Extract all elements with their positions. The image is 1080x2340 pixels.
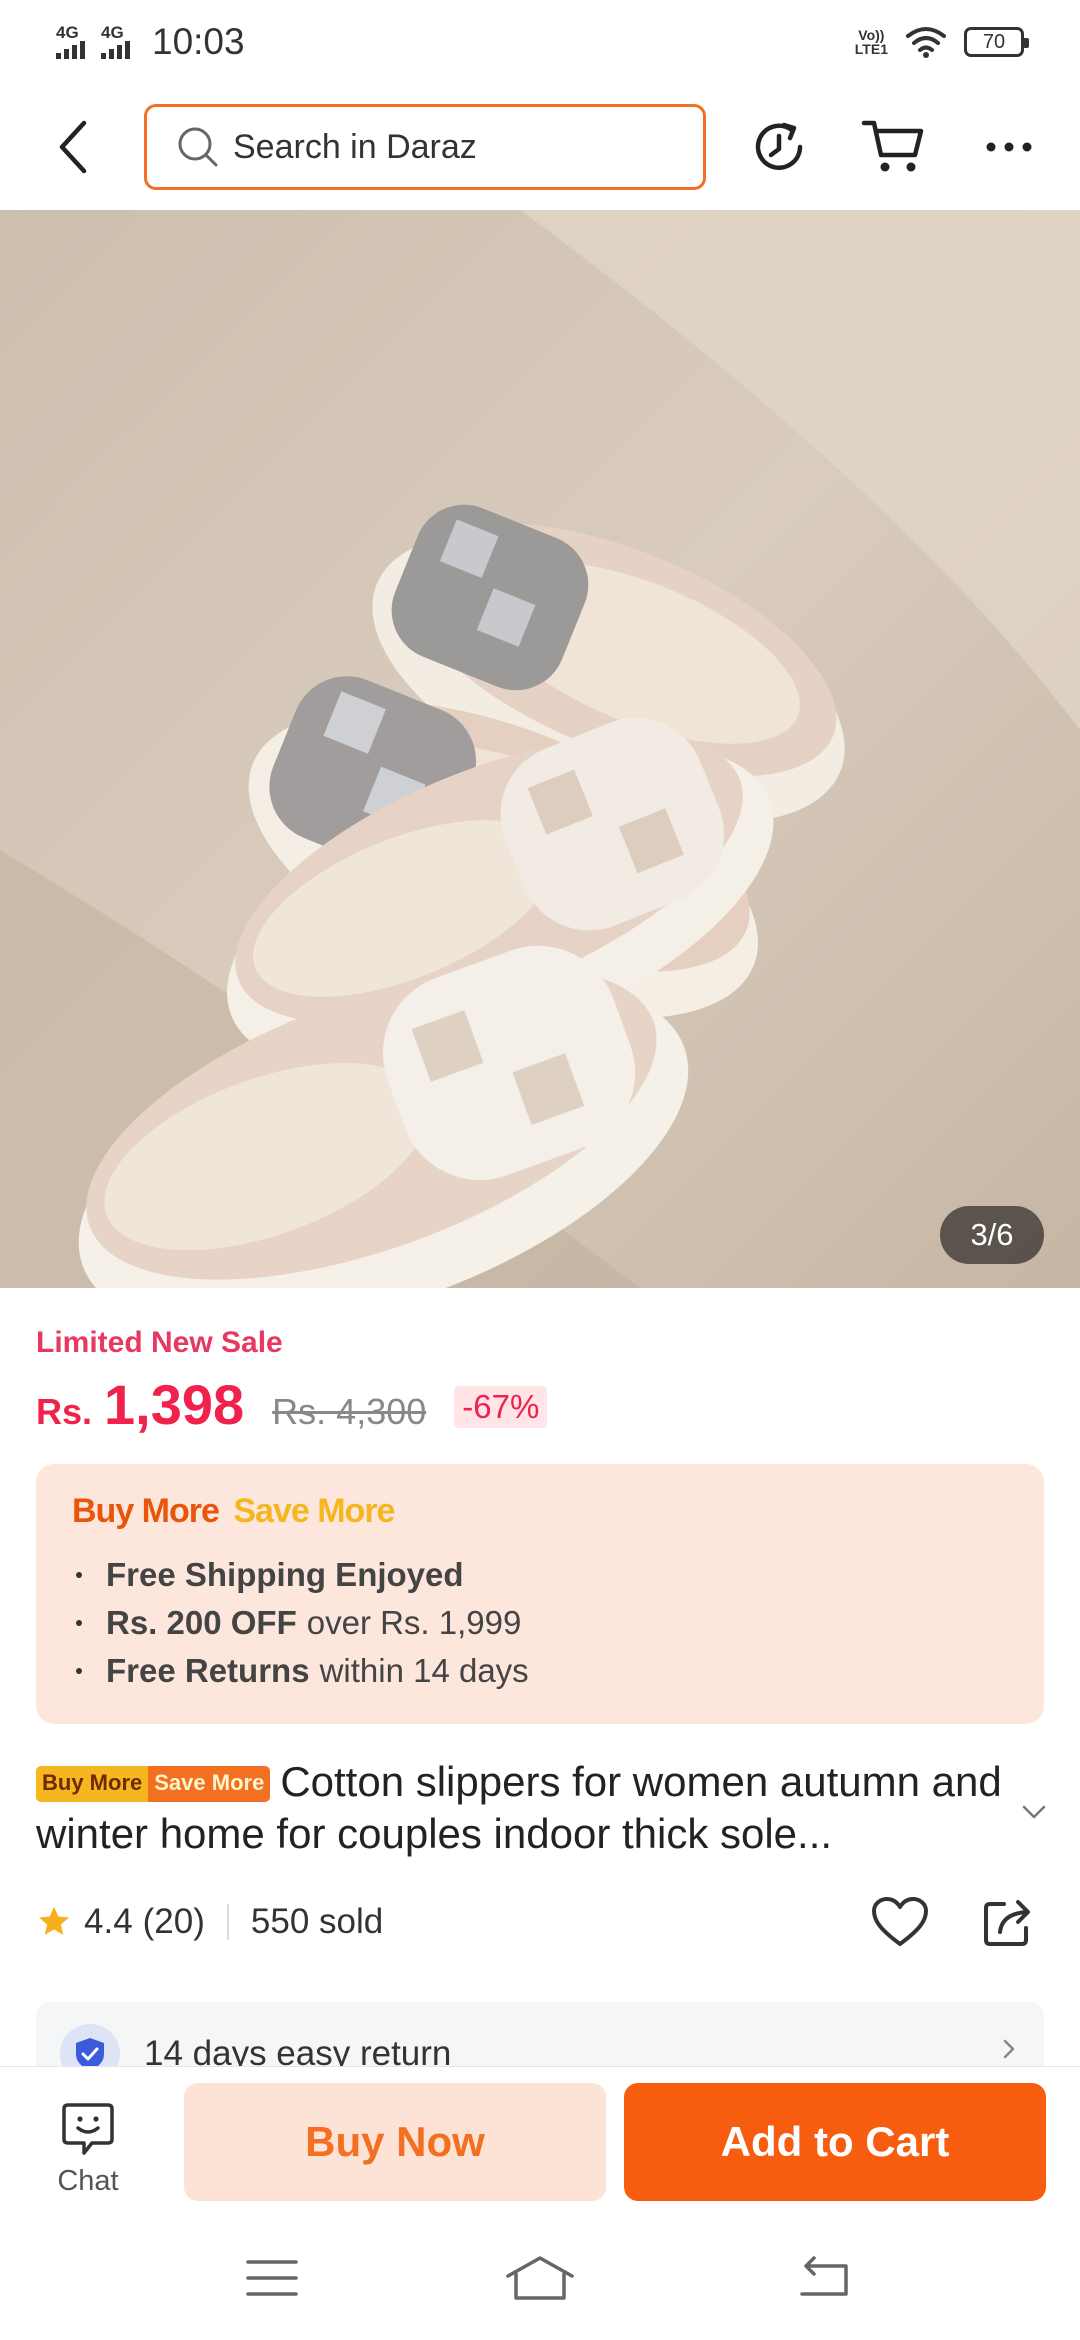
promo-item: Free Shipping Enjoyed xyxy=(72,1551,1008,1599)
signal-1-indicator: 4G xyxy=(56,23,85,59)
badge-part1: Buy More xyxy=(36,1766,149,1802)
promo-item: Rs. 200 OFF over Rs. 1,999 xyxy=(72,1599,1008,1647)
wishlist-button[interactable] xyxy=(868,1890,932,1954)
original-price: Rs. 4,300 xyxy=(272,1391,427,1432)
product-title-block[interactable]: Buy More Save More Cotton slippers for wo… xyxy=(36,1756,1016,1860)
status-right: Vo)) LTE1 70 xyxy=(855,26,1029,58)
back-arrow-icon xyxy=(800,2256,848,2296)
network-type-1: 4G xyxy=(56,23,79,42)
bullet-icon xyxy=(76,1572,82,1578)
chevron-right-icon xyxy=(1003,2039,1015,2059)
signal-bars-icon xyxy=(56,41,85,59)
promo-item-bold: Free Shipping Enjoyed xyxy=(106,1556,464,1593)
share-button[interactable] xyxy=(976,1890,1040,1954)
recents-button[interactable] xyxy=(232,2248,312,2308)
volte-indicator: Vo)) LTE1 xyxy=(855,28,888,56)
chat-button[interactable]: Chat xyxy=(40,2101,136,2201)
volte-label: Vo)) xyxy=(858,27,885,43)
current-price: 1,398 xyxy=(104,1373,245,1436)
battery-indicator: 70 xyxy=(964,27,1029,57)
top-header xyxy=(0,84,1080,210)
promo-title-part1: Buy More xyxy=(72,1492,220,1530)
cart-button[interactable] xyxy=(858,112,928,182)
chevron-down-icon xyxy=(1022,1805,1046,1819)
back-nav-button[interactable] xyxy=(784,2248,864,2308)
search-bar[interactable] xyxy=(144,104,706,190)
badge-part2: Save More xyxy=(148,1766,271,1802)
cart-icon xyxy=(861,120,924,172)
chevron-left-icon xyxy=(59,120,87,174)
add-to-cart-button[interactable]: Add to Cart xyxy=(624,2083,1046,2201)
back-button[interactable] xyxy=(48,114,98,180)
history-button[interactable] xyxy=(744,112,814,182)
more-dots-icon xyxy=(986,142,1032,152)
system-nav-bar xyxy=(0,2212,1080,2340)
product-image-gallery[interactable]: 3/6 xyxy=(0,210,1080,1288)
discount-badge: -67% xyxy=(454,1386,548,1428)
promo-item-rest: over Rs. 1,999 xyxy=(306,1604,522,1641)
bullet-icon xyxy=(76,1620,82,1626)
rating-row[interactable]: 4.4 (20) 550 sold xyxy=(36,1894,383,1950)
search-icon xyxy=(178,127,218,167)
bullet-icon xyxy=(76,1668,82,1674)
promo-item-bold: Free Returns xyxy=(106,1652,310,1689)
heart-icon xyxy=(872,1897,928,1946)
history-icon xyxy=(755,122,803,170)
promo-item-rest: within 14 days xyxy=(319,1652,529,1689)
review-count: (20) xyxy=(142,1902,205,1941)
price-row: Rs. 1,398 Rs. 4,300 -67% xyxy=(36,1372,548,1437)
more-options-button[interactable] xyxy=(974,112,1044,182)
bottom-action-bar: Chat Buy Now Add to Cart xyxy=(0,2066,1080,2212)
promo-title: Buy More Save More xyxy=(72,1492,1008,1531)
signal-2-indicator: 4G xyxy=(101,23,130,59)
promo-item: Free Returns within 14 days xyxy=(72,1647,1008,1695)
promo-item-bold: Rs. 200 OFF xyxy=(106,1604,297,1641)
promo-title-part2: Save More xyxy=(233,1492,395,1530)
signal-bars-icon xyxy=(101,41,130,59)
home-button[interactable] xyxy=(500,2248,580,2308)
lte-label: LTE1 xyxy=(854,41,888,57)
expand-title-button[interactable] xyxy=(1016,1794,1052,1830)
battery-level: 70 xyxy=(982,30,1006,53)
status-time: 10:03 xyxy=(152,21,245,62)
buy-more-badge: Buy More Save More xyxy=(36,1766,271,1802)
menu-lines-icon xyxy=(246,2260,298,2296)
share-icon xyxy=(984,1900,1030,1946)
product-photo xyxy=(0,210,1080,1288)
image-counter: 3/6 xyxy=(940,1206,1044,1264)
status-bar: 4G 4G 10:03 Vo)) LTE1 70 xyxy=(0,0,1080,84)
wifi-icon xyxy=(906,27,946,58)
price-currency: Rs. xyxy=(36,1391,93,1432)
promo-card[interactable]: Buy More Save More Free Shipping Enjoyed… xyxy=(36,1464,1044,1724)
home-icon xyxy=(506,2256,574,2300)
promo-list: Free Shipping Enjoyed Rs. 200 OFF over Rs… xyxy=(72,1551,1008,1695)
sale-label: Limited New Sale xyxy=(36,1326,283,1359)
buy-now-button[interactable]: Buy Now xyxy=(184,2083,606,2201)
network-type-2: 4G xyxy=(101,23,124,42)
rating-value: 4.4 xyxy=(84,1902,133,1941)
status-left: 4G 4G 10:03 xyxy=(56,21,245,63)
chat-icon xyxy=(62,2103,114,2155)
star-icon xyxy=(39,1906,69,1935)
sold-count: 550 sold xyxy=(250,1902,384,1941)
divider xyxy=(226,1904,229,1940)
search-input[interactable] xyxy=(233,127,693,167)
chat-label: Chat xyxy=(57,2165,119,2197)
